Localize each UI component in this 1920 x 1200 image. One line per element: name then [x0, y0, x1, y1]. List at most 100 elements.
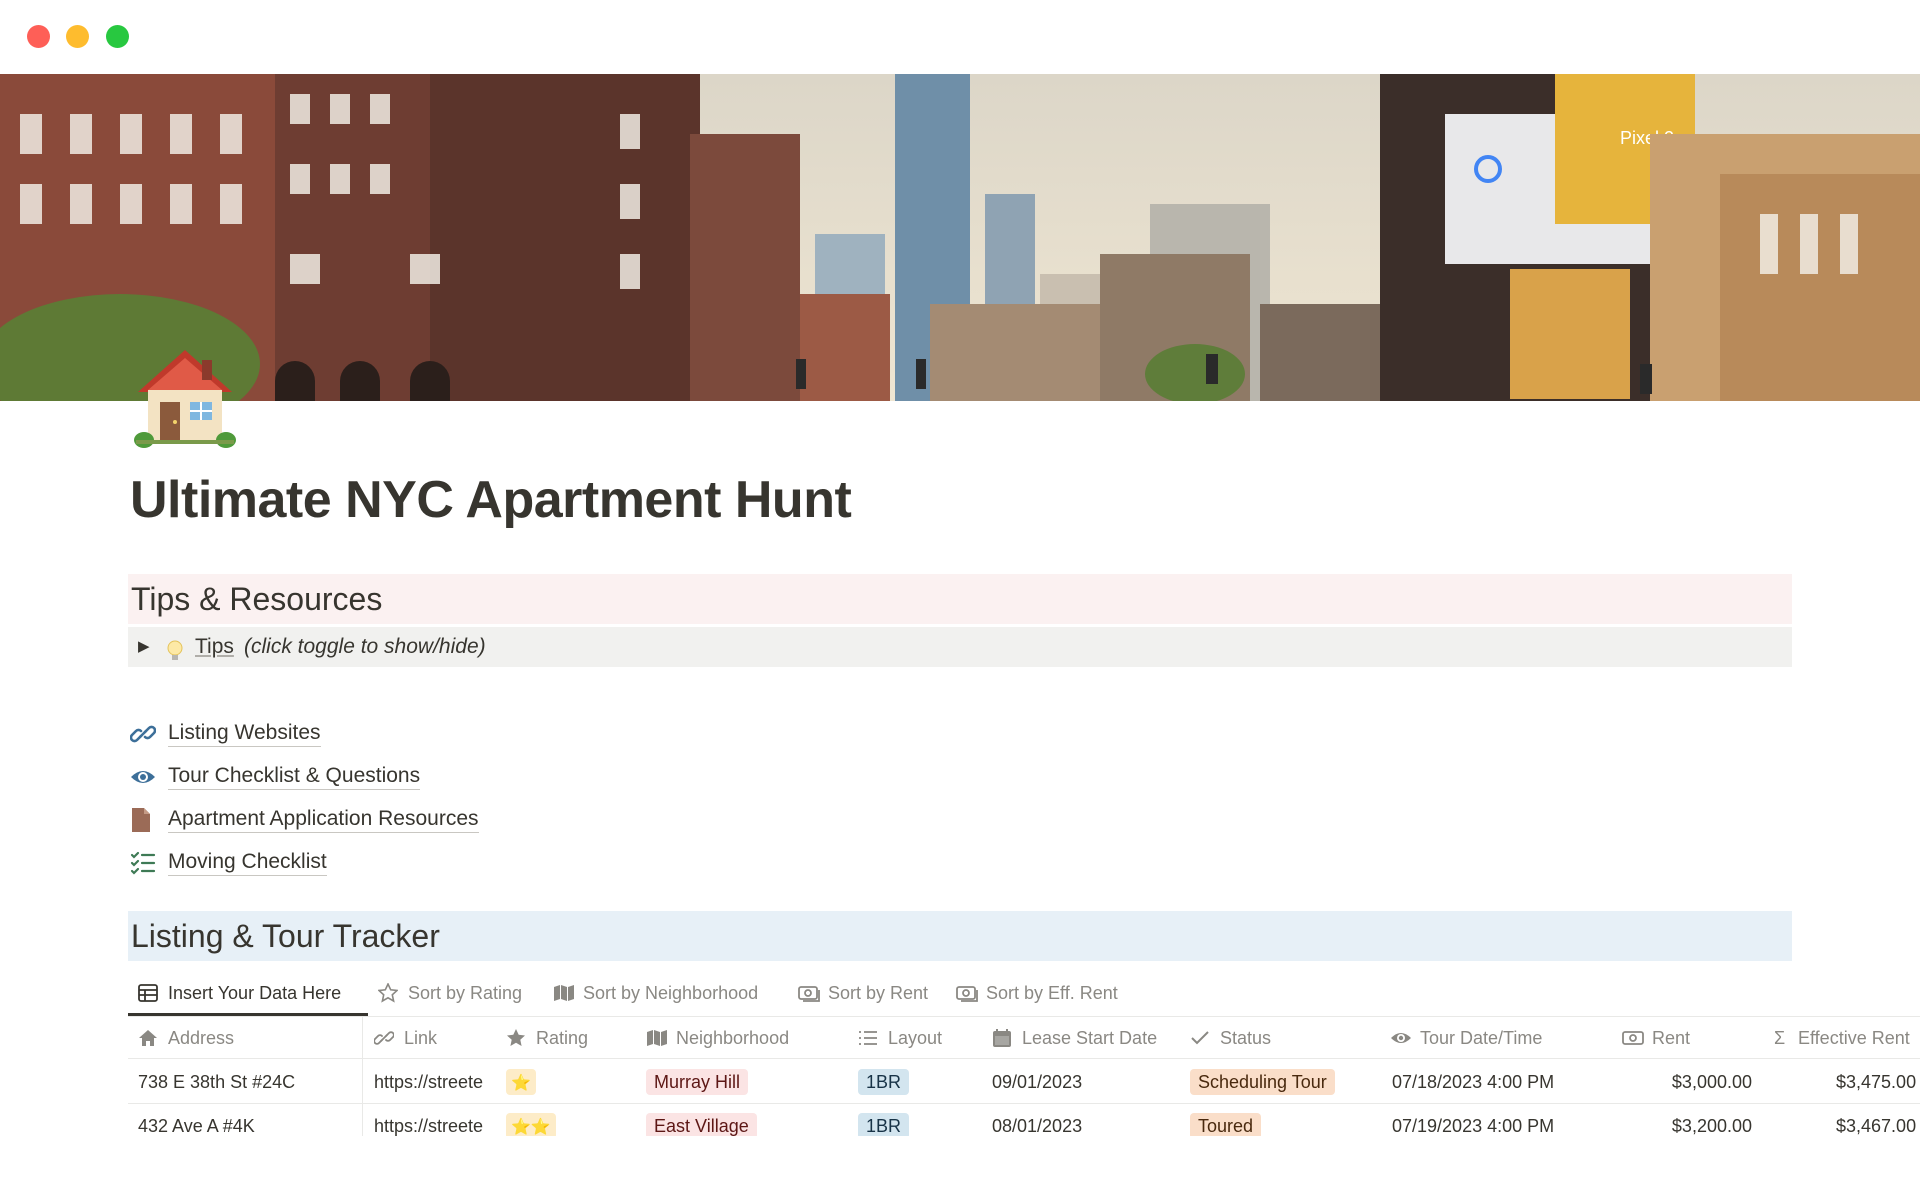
eye-icon: [1390, 1028, 1412, 1048]
effective-rent-cell[interactable]: $3,467.00: [1836, 1104, 1920, 1136]
star-icon: ⭐: [511, 1075, 531, 1092]
tab-label: Sort by Rating: [408, 982, 523, 1003]
link-cell[interactable]: https://streete: [374, 1104, 494, 1136]
column-header-effective-rent[interactable]: Σ Effective Rent: [1774, 1017, 1910, 1059]
column-header-label: Neighborhood: [676, 1027, 790, 1048]
column-header-neighborhood[interactable]: Neighborhood: [646, 1017, 789, 1059]
table-row[interactable]: 432 Ave A #4K https://streete ⭐⭐ East Vi…: [128, 1104, 1920, 1136]
tour-datetime-cell[interactable]: 07/19/2023 4:00 PM: [1392, 1104, 1612, 1136]
status-tag: Scheduling Tour: [1190, 1069, 1335, 1095]
neighborhood-cell[interactable]: East Village: [646, 1104, 846, 1136]
column-header-label: Rating: [536, 1027, 589, 1048]
layout-cell[interactable]: 1BR: [858, 1104, 978, 1136]
column-header-lease-start-date[interactable]: Lease Start Date: [992, 1017, 1157, 1059]
tab-label: Sort by Neighborhood: [583, 982, 759, 1003]
tips-toggle-block[interactable]: ▶ Tips (click toggle to show/hide): [128, 627, 1792, 667]
link-cell[interactable]: https://streete: [374, 1060, 494, 1104]
page-bottom-whitespace: [0, 1137, 1920, 1200]
star-icon: [506, 1028, 528, 1048]
rent-cell[interactable]: $3,000.00: [1622, 1060, 1752, 1104]
link-icon: [130, 720, 160, 748]
document-icon: [130, 806, 160, 834]
page-title[interactable]: Ultimate NYC Apartment Hunt: [130, 470, 852, 530]
effective-rent-cell[interactable]: $3,475.00: [1836, 1060, 1920, 1104]
column-header-tour-date-time[interactable]: Tour Date/Time: [1390, 1017, 1542, 1059]
list-icon: [858, 1028, 880, 1048]
column-header-rating[interactable]: Rating: [506, 1017, 588, 1059]
house-icon[interactable]: [130, 346, 240, 450]
resource-link-moving-checklist[interactable]: Moving Checklist: [130, 841, 479, 884]
rating-tag: ⭐: [506, 1069, 536, 1095]
status-tag: Toured: [1190, 1113, 1262, 1136]
lease-start-cell[interactable]: 08/01/2023: [992, 1104, 1182, 1136]
tab-sort-by-neighborhood[interactable]: Sort by Neighborhood: [553, 970, 758, 1016]
layout-tag: 1BR: [858, 1069, 910, 1095]
calendar-icon: [992, 1028, 1014, 1048]
listing-tracker-table: Address Link Rating Neighborhood Layout: [128, 1016, 1920, 1136]
tab-label: Sort by Eff. Rent: [986, 982, 1118, 1003]
column-header-rent[interactable]: Rent: [1622, 1017, 1690, 1059]
check-icon: [1190, 1028, 1212, 1048]
tab-sort-by-eff-rent[interactable]: Sort by Eff. Rent: [956, 970, 1118, 1016]
star-icon: ⭐⭐: [511, 1119, 551, 1136]
column-header-layout[interactable]: Layout: [858, 1017, 942, 1059]
resource-link-listing-websites[interactable]: Listing Websites: [130, 712, 479, 755]
money-icon: [1622, 1028, 1644, 1048]
tab-sort-by-rent[interactable]: Sort by Rent: [798, 970, 928, 1016]
toggle-hint-text: (click toggle to show/hide): [244, 635, 486, 658]
tab-label: Sort by Rent: [828, 982, 929, 1003]
lightbulb-icon: [166, 636, 184, 676]
resource-link-application-resources[interactable]: Apartment Application Resources: [130, 798, 479, 841]
column-header-label: Tour Date/Time: [1420, 1027, 1543, 1048]
address-cell[interactable]: 432 Ave A #4K: [138, 1104, 353, 1136]
tips-link[interactable]: Tips: [195, 627, 234, 667]
column-header-address[interactable]: Address: [138, 1017, 234, 1059]
table-row[interactable]: 738 E 38th St #24C https://streete ⭐ Mur…: [128, 1060, 1920, 1104]
tips-section-heading[interactable]: Tips & Resources: [128, 574, 1792, 624]
tour-datetime-cell[interactable]: 07/18/2023 4:00 PM: [1392, 1060, 1612, 1104]
layout-cell[interactable]: 1BR: [858, 1060, 978, 1104]
status-cell[interactable]: Toured: [1190, 1104, 1380, 1136]
rating-cell[interactable]: ⭐: [506, 1060, 626, 1104]
status-cell[interactable]: Scheduling Tour: [1190, 1060, 1380, 1104]
sigma-icon: Σ: [1774, 1027, 1786, 1048]
resource-link-label[interactable]: Moving Checklist: [168, 849, 327, 876]
table-header-row: Address Link Rating Neighborhood Layout: [128, 1017, 1920, 1059]
minimize-window-button[interactable]: [66, 25, 89, 48]
house-outline-icon: [138, 1028, 160, 1048]
rating-cell[interactable]: ⭐⭐: [506, 1104, 626, 1136]
neighborhood-cell[interactable]: Murray Hill: [646, 1060, 846, 1104]
money-icon: [956, 982, 980, 1004]
zoom-window-button[interactable]: [106, 25, 129, 48]
rent-cell[interactable]: $3,200.00: [1622, 1104, 1752, 1136]
tab-sort-by-rating[interactable]: Sort by Rating: [378, 970, 522, 1016]
tab-label: Insert Your Data Here: [168, 982, 342, 1003]
column-header-link[interactable]: Link: [374, 1017, 437, 1059]
money-icon: [798, 982, 822, 1004]
column-header-status[interactable]: Status: [1190, 1017, 1271, 1059]
neighborhood-tag: East Village: [646, 1113, 757, 1136]
column-header-label: Effective Rent: [1798, 1027, 1910, 1048]
link-icon: [374, 1028, 396, 1048]
resource-link-label[interactable]: Listing Websites: [168, 720, 321, 747]
eye-icon: [130, 763, 160, 791]
cover-image: Pixel 2: [0, 74, 1920, 401]
toggle-triangle-icon[interactable]: ▶: [138, 627, 150, 667]
tab-insert-your-data-here[interactable]: Insert Your Data Here: [128, 970, 368, 1016]
resource-link-tour-checklist[interactable]: Tour Checklist & Questions: [130, 755, 479, 798]
column-header-label: Lease Start Date: [1022, 1027, 1158, 1048]
resource-link-label[interactable]: Tour Checklist & Questions: [168, 763, 421, 790]
column-header-label: Address: [168, 1027, 235, 1048]
resource-link-label[interactable]: Apartment Application Resources: [168, 806, 479, 833]
column-header-label: Layout: [888, 1027, 943, 1048]
tracker-section-heading[interactable]: Listing & Tour Tracker: [128, 911, 1792, 961]
close-window-button[interactable]: [27, 25, 50, 48]
column-header-label: Status: [1220, 1027, 1272, 1048]
table-icon: [138, 982, 162, 1004]
map-icon: [553, 982, 577, 1004]
lease-start-cell[interactable]: 09/01/2023: [992, 1060, 1182, 1104]
checklist-icon: [130, 849, 160, 877]
star-icon: [378, 982, 402, 1004]
address-cell[interactable]: 738 E 38th St #24C: [138, 1060, 353, 1104]
window-titlebar: [0, 0, 1920, 74]
